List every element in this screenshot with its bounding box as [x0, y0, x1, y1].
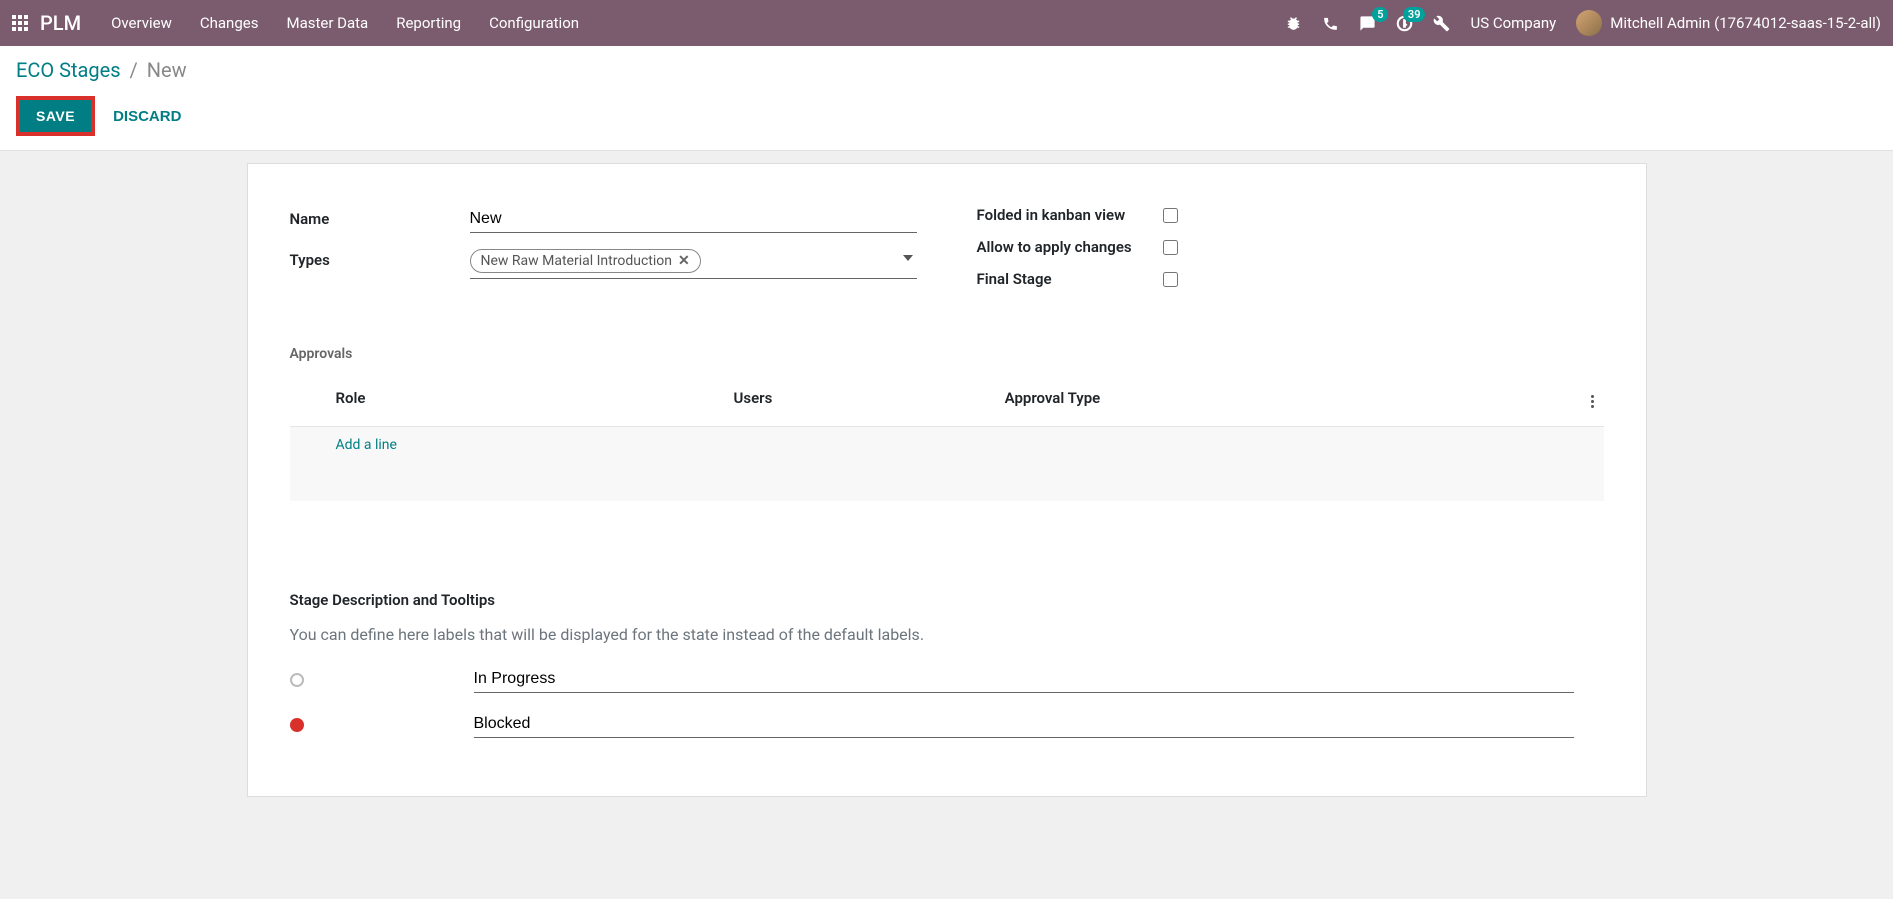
- control-panel: ECO Stages / New SAVE DISCARD: [0, 46, 1893, 151]
- user-menu[interactable]: Mitchell Admin (17674012-saas-15-2-all): [1576, 10, 1881, 36]
- remove-tag-icon[interactable]: ✕: [678, 253, 690, 269]
- activities-badge: 39: [1403, 7, 1426, 22]
- desc-title: Stage Description and Tooltips: [290, 591, 1604, 609]
- state-blocked-input[interactable]: [474, 711, 1574, 738]
- col-users: Users: [728, 374, 999, 427]
- approvals-title: Approvals: [290, 346, 1604, 362]
- breadcrumb-current: New: [147, 58, 187, 82]
- folded-checkbox[interactable]: [1163, 208, 1178, 223]
- allow-label: Allow to apply changes: [977, 238, 1163, 256]
- navbar: PLM Overview Changes Master Data Reporti…: [0, 0, 1893, 46]
- final-checkbox[interactable]: [1163, 272, 1178, 287]
- messaging-badge: 5: [1372, 7, 1388, 22]
- nav-configuration[interactable]: Configuration: [489, 14, 579, 32]
- final-label: Final Stage: [977, 270, 1163, 288]
- nav-overview[interactable]: Overview: [111, 14, 172, 32]
- table-row: Add a line: [290, 427, 1604, 464]
- breadcrumb: ECO Stages / New: [16, 58, 1877, 82]
- nav-reporting[interactable]: Reporting: [396, 14, 461, 32]
- folded-label: Folded in kanban view: [977, 206, 1163, 224]
- add-line-button[interactable]: Add a line: [336, 437, 397, 453]
- table-row: [290, 463, 1604, 501]
- allow-checkbox[interactable]: [1163, 240, 1178, 255]
- brand[interactable]: PLM: [40, 11, 81, 35]
- col-role: Role: [290, 374, 728, 427]
- user-name: Mitchell Admin (17674012-saas-15-2-all): [1610, 14, 1881, 32]
- systray: 5 39 US Company Mitchell Admin (17674012…: [1285, 10, 1881, 36]
- types-field[interactable]: New Raw Material Introduction ✕: [470, 247, 917, 279]
- state-blocked-dot: [290, 718, 304, 732]
- col-actions: [1574, 374, 1604, 427]
- company-switcher[interactable]: US Company: [1470, 14, 1556, 32]
- nav-master-data[interactable]: Master Data: [286, 14, 368, 32]
- desc-hint: You can define here labels that will be …: [290, 625, 1604, 644]
- tools-icon[interactable]: [1433, 15, 1450, 32]
- types-label: Types: [290, 247, 470, 269]
- chevron-down-icon[interactable]: [903, 255, 913, 261]
- debug-icon[interactable]: [1285, 15, 1302, 32]
- breadcrumb-parent[interactable]: ECO Stages: [16, 58, 121, 82]
- approvals-table: Role Users Approval Type Add a line: [290, 374, 1604, 501]
- save-highlight: SAVE: [16, 96, 95, 136]
- form-view: Name Types New Raw Material Introduction…: [247, 163, 1647, 797]
- nav-changes[interactable]: Changes: [200, 14, 259, 32]
- col-type: Approval Type: [999, 374, 1574, 427]
- types-tag: New Raw Material Introduction ✕: [470, 249, 701, 273]
- state-normal-input[interactable]: [474, 666, 1574, 693]
- phone-icon[interactable]: [1322, 15, 1339, 32]
- name-input[interactable]: [470, 206, 917, 233]
- save-button[interactable]: SAVE: [20, 100, 91, 132]
- discard-button[interactable]: DISCARD: [109, 100, 185, 133]
- avatar: [1576, 10, 1602, 36]
- state-normal-dot: [290, 673, 304, 687]
- kebab-icon[interactable]: [1587, 391, 1598, 412]
- messaging-icon[interactable]: 5: [1359, 15, 1376, 32]
- activities-icon[interactable]: 39: [1396, 15, 1413, 32]
- apps-icon[interactable]: [12, 15, 28, 31]
- name-label: Name: [290, 206, 470, 228]
- nav-links: Overview Changes Master Data Reporting C…: [111, 14, 579, 32]
